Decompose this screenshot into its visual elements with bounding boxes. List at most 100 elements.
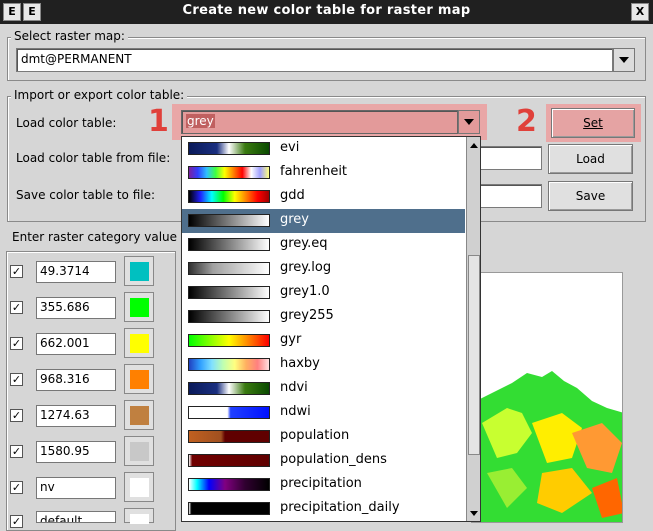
color-ramp-preview — [188, 406, 270, 419]
list-item[interactable]: grey1.0 — [182, 281, 465, 305]
row-checkbox[interactable]: ✓ — [10, 515, 23, 528]
row-value-input[interactable]: 49.3714 — [36, 261, 116, 283]
save-button[interactable]: Save — [548, 181, 633, 211]
row-checkbox[interactable]: ✓ — [10, 337, 23, 350]
window-title: Create new color table for raster map — [182, 3, 471, 18]
list-item-label: fahrenheit — [280, 164, 348, 179]
row-color-button[interactable] — [124, 472, 154, 502]
list-item[interactable]: grey.eq — [182, 233, 465, 257]
row-color-button[interactable] — [124, 400, 154, 430]
color-swatch — [130, 406, 149, 425]
row-value-input[interactable]: 1274.63 — [36, 405, 116, 427]
color-ramp-preview — [188, 166, 270, 179]
row-value-input[interactable]: default — [36, 511, 116, 523]
list-item[interactable]: ndvi — [182, 377, 465, 401]
row-value-input[interactable]: 662.001 — [36, 333, 116, 355]
list-item-label: haxby — [280, 356, 320, 371]
list-item-label: precipitation_daily — [280, 500, 400, 515]
scrollbar-thumb[interactable] — [468, 255, 480, 455]
row-checkbox[interactable]: ✓ — [10, 409, 23, 422]
list-item[interactable]: gyr — [182, 329, 465, 353]
list-item-label: grey.eq — [280, 236, 328, 251]
set-button[interactable]: Set — [551, 108, 635, 138]
title-bar: E E Create new color table for raster ma… — [0, 0, 653, 24]
color-ramp-preview — [188, 502, 270, 515]
color-ramp-preview — [188, 190, 270, 203]
color-ramp-preview — [188, 334, 270, 347]
row-color-button[interactable] — [124, 328, 154, 358]
list-item[interactable]: evi — [182, 137, 465, 161]
color-swatch — [130, 298, 149, 317]
row-color-button[interactable] — [124, 292, 154, 322]
row-checkbox[interactable]: ✓ — [10, 481, 23, 494]
list-item[interactable]: ndwi — [182, 401, 465, 425]
raster-map-input[interactable]: dmt@PERMANENT — [16, 48, 613, 72]
color-swatch — [130, 262, 149, 281]
color-table-dropdown-button[interactable] — [458, 110, 480, 134]
map-preview — [471, 272, 623, 523]
color-table-dropdown-list[interactable]: evi fahrenheit gdd grey grey.eq grey.log… — [181, 136, 481, 522]
list-item[interactable]: grey255 — [182, 305, 465, 329]
list-item-label: ndvi — [280, 380, 308, 395]
chevron-down-icon — [619, 57, 629, 63]
color-ramp-preview — [188, 430, 270, 443]
list-item-label: ndwi — [280, 404, 311, 419]
list-item[interactable]: population_dens — [182, 449, 465, 473]
close-button[interactable]: X — [631, 3, 649, 21]
color-ramp-preview — [188, 262, 270, 275]
row-value-input[interactable]: 1580.95 — [36, 441, 116, 463]
color-swatch — [130, 370, 149, 389]
import-export-legend: Import or export color table: — [11, 88, 188, 102]
load-color-table-label: Load color table: — [16, 116, 117, 130]
list-item-label: population_dens — [280, 452, 387, 467]
list-item-label: population — [280, 428, 350, 443]
color-swatch — [130, 478, 149, 497]
row-color-button[interactable] — [124, 364, 154, 394]
list-item[interactable]: precipitation — [182, 473, 465, 497]
annotation-1: 1 — [148, 104, 169, 139]
color-ramp-preview — [188, 286, 270, 299]
list-item[interactable]: gdd — [182, 185, 465, 209]
list-item[interactable]: population — [182, 425, 465, 449]
dropdown-scrollbar[interactable] — [466, 137, 480, 521]
select-map-legend: Select raster map: — [11, 29, 128, 43]
annotation-2: 2 — [516, 104, 537, 139]
row-checkbox[interactable]: ✓ — [10, 301, 23, 314]
color-swatch — [130, 442, 149, 461]
scroll-down-arrow-icon[interactable] — [468, 507, 480, 519]
color-table-select[interactable]: grey — [181, 110, 458, 134]
chevron-down-icon — [464, 119, 474, 125]
row-value-input[interactable]: nv — [36, 477, 116, 499]
list-item[interactable]: precipitation_daily — [182, 497, 465, 521]
color-ramp-preview — [188, 358, 270, 371]
load-from-file-label: Load color table from file: — [16, 151, 171, 165]
list-item[interactable]: grey.log — [182, 257, 465, 281]
color-ramp-preview — [188, 478, 270, 491]
save-to-file-label: Save color table to file: — [16, 188, 156, 202]
color-swatch — [130, 334, 149, 353]
color-ramp-preview — [188, 310, 270, 323]
load-button[interactable]: Load — [548, 144, 633, 174]
row-checkbox[interactable]: ✓ — [10, 265, 23, 278]
list-item-label: grey255 — [280, 308, 334, 323]
row-checkbox[interactable]: ✓ — [10, 373, 23, 386]
list-item-selected[interactable]: grey — [182, 209, 465, 233]
row-color-button[interactable] — [124, 508, 154, 524]
color-ramp-preview — [188, 454, 270, 467]
list-item-label: grey — [280, 212, 310, 227]
category-legend: Enter raster category value — [12, 230, 178, 244]
list-item-label: evi — [280, 140, 300, 155]
row-value-input[interactable]: 968.316 — [36, 369, 116, 391]
list-item[interactable]: haxby — [182, 353, 465, 377]
color-ramp-preview — [188, 238, 270, 251]
scroll-up-arrow-icon[interactable] — [468, 139, 480, 151]
list-item[interactable]: fahrenheit — [182, 161, 465, 185]
row-color-button[interactable] — [124, 436, 154, 466]
list-item-label: precipitation — [280, 476, 362, 491]
row-value-input[interactable]: 355.686 — [36, 297, 116, 319]
raster-map-dropdown-button[interactable] — [613, 48, 635, 72]
color-ramp-preview — [188, 142, 270, 155]
row-color-button[interactable] — [124, 256, 154, 286]
row-checkbox[interactable]: ✓ — [10, 445, 23, 458]
list-item-label: gdd — [280, 188, 305, 203]
